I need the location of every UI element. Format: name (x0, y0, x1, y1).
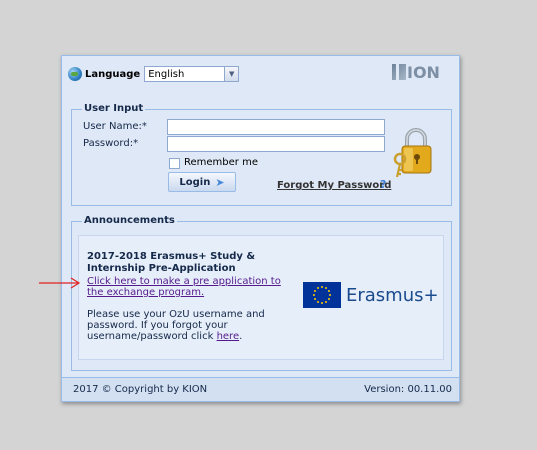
login-button-label: Login (179, 176, 211, 188)
announcements-legend: Announcements (82, 215, 177, 226)
lock-icon (393, 128, 432, 178)
password-field[interactable] (167, 136, 385, 152)
login-arrow-icon: ➤ (215, 175, 225, 189)
announcements-group: Announcements 2017-2018 Erasmus+ Study &… (71, 215, 452, 371)
language-select-value: English (148, 68, 185, 80)
red-arrow-annotation (39, 277, 81, 289)
language-select[interactable]: English ▼ (144, 66, 240, 82)
login-button[interactable]: Login ➤ (168, 172, 236, 192)
help-icon[interactable]: ? (380, 178, 391, 191)
forgot-password-link[interactable]: Forgot My Password (277, 180, 391, 191)
language-label: Language (85, 68, 141, 80)
globe-icon (68, 67, 82, 81)
user-input-group: User Input User Name:* Password:* Rememb… (71, 103, 452, 206)
copyright-text: 2017 © Copyright by KION (73, 384, 208, 395)
announcement-body: Please use your OzU username and passwor… (87, 309, 265, 342)
kion-logo-text: ION (407, 62, 440, 82)
username-field[interactable] (167, 119, 385, 135)
version-text: Version: 00.11.00 (364, 384, 452, 395)
remember-me-label[interactable]: Remember me (184, 157, 258, 168)
kion-logo-mark (392, 64, 406, 80)
here-link[interactable]: here (217, 331, 240, 342)
eu-flag-icon (303, 282, 341, 308)
user-input-legend: User Input (82, 103, 146, 114)
login-panel: Language English ▼ ION User Input User N… (61, 55, 460, 402)
username-label: User Name:* (83, 121, 147, 132)
announcement-box: 2017-2018 Erasmus+ Study & Internship Pr… (78, 235, 444, 360)
password-label: Password:* (83, 138, 139, 149)
remember-me-checkbox[interactable] (169, 158, 180, 169)
footer: 2017 © Copyright by KION Version: 00.11.… (62, 377, 459, 401)
announcement-title: 2017-2018 Erasmus+ Study & Internship Pr… (87, 251, 256, 274)
chevron-down-icon[interactable]: ▼ (224, 67, 239, 81)
pre-application-link[interactable]: Click here to make a pre application to … (87, 276, 287, 298)
kion-logo: ION (392, 62, 452, 82)
language-row: Language English ▼ (68, 65, 240, 83)
erasmus-logo: Erasmus+ (303, 282, 439, 308)
erasmus-logo-text: Erasmus+ (346, 284, 439, 306)
